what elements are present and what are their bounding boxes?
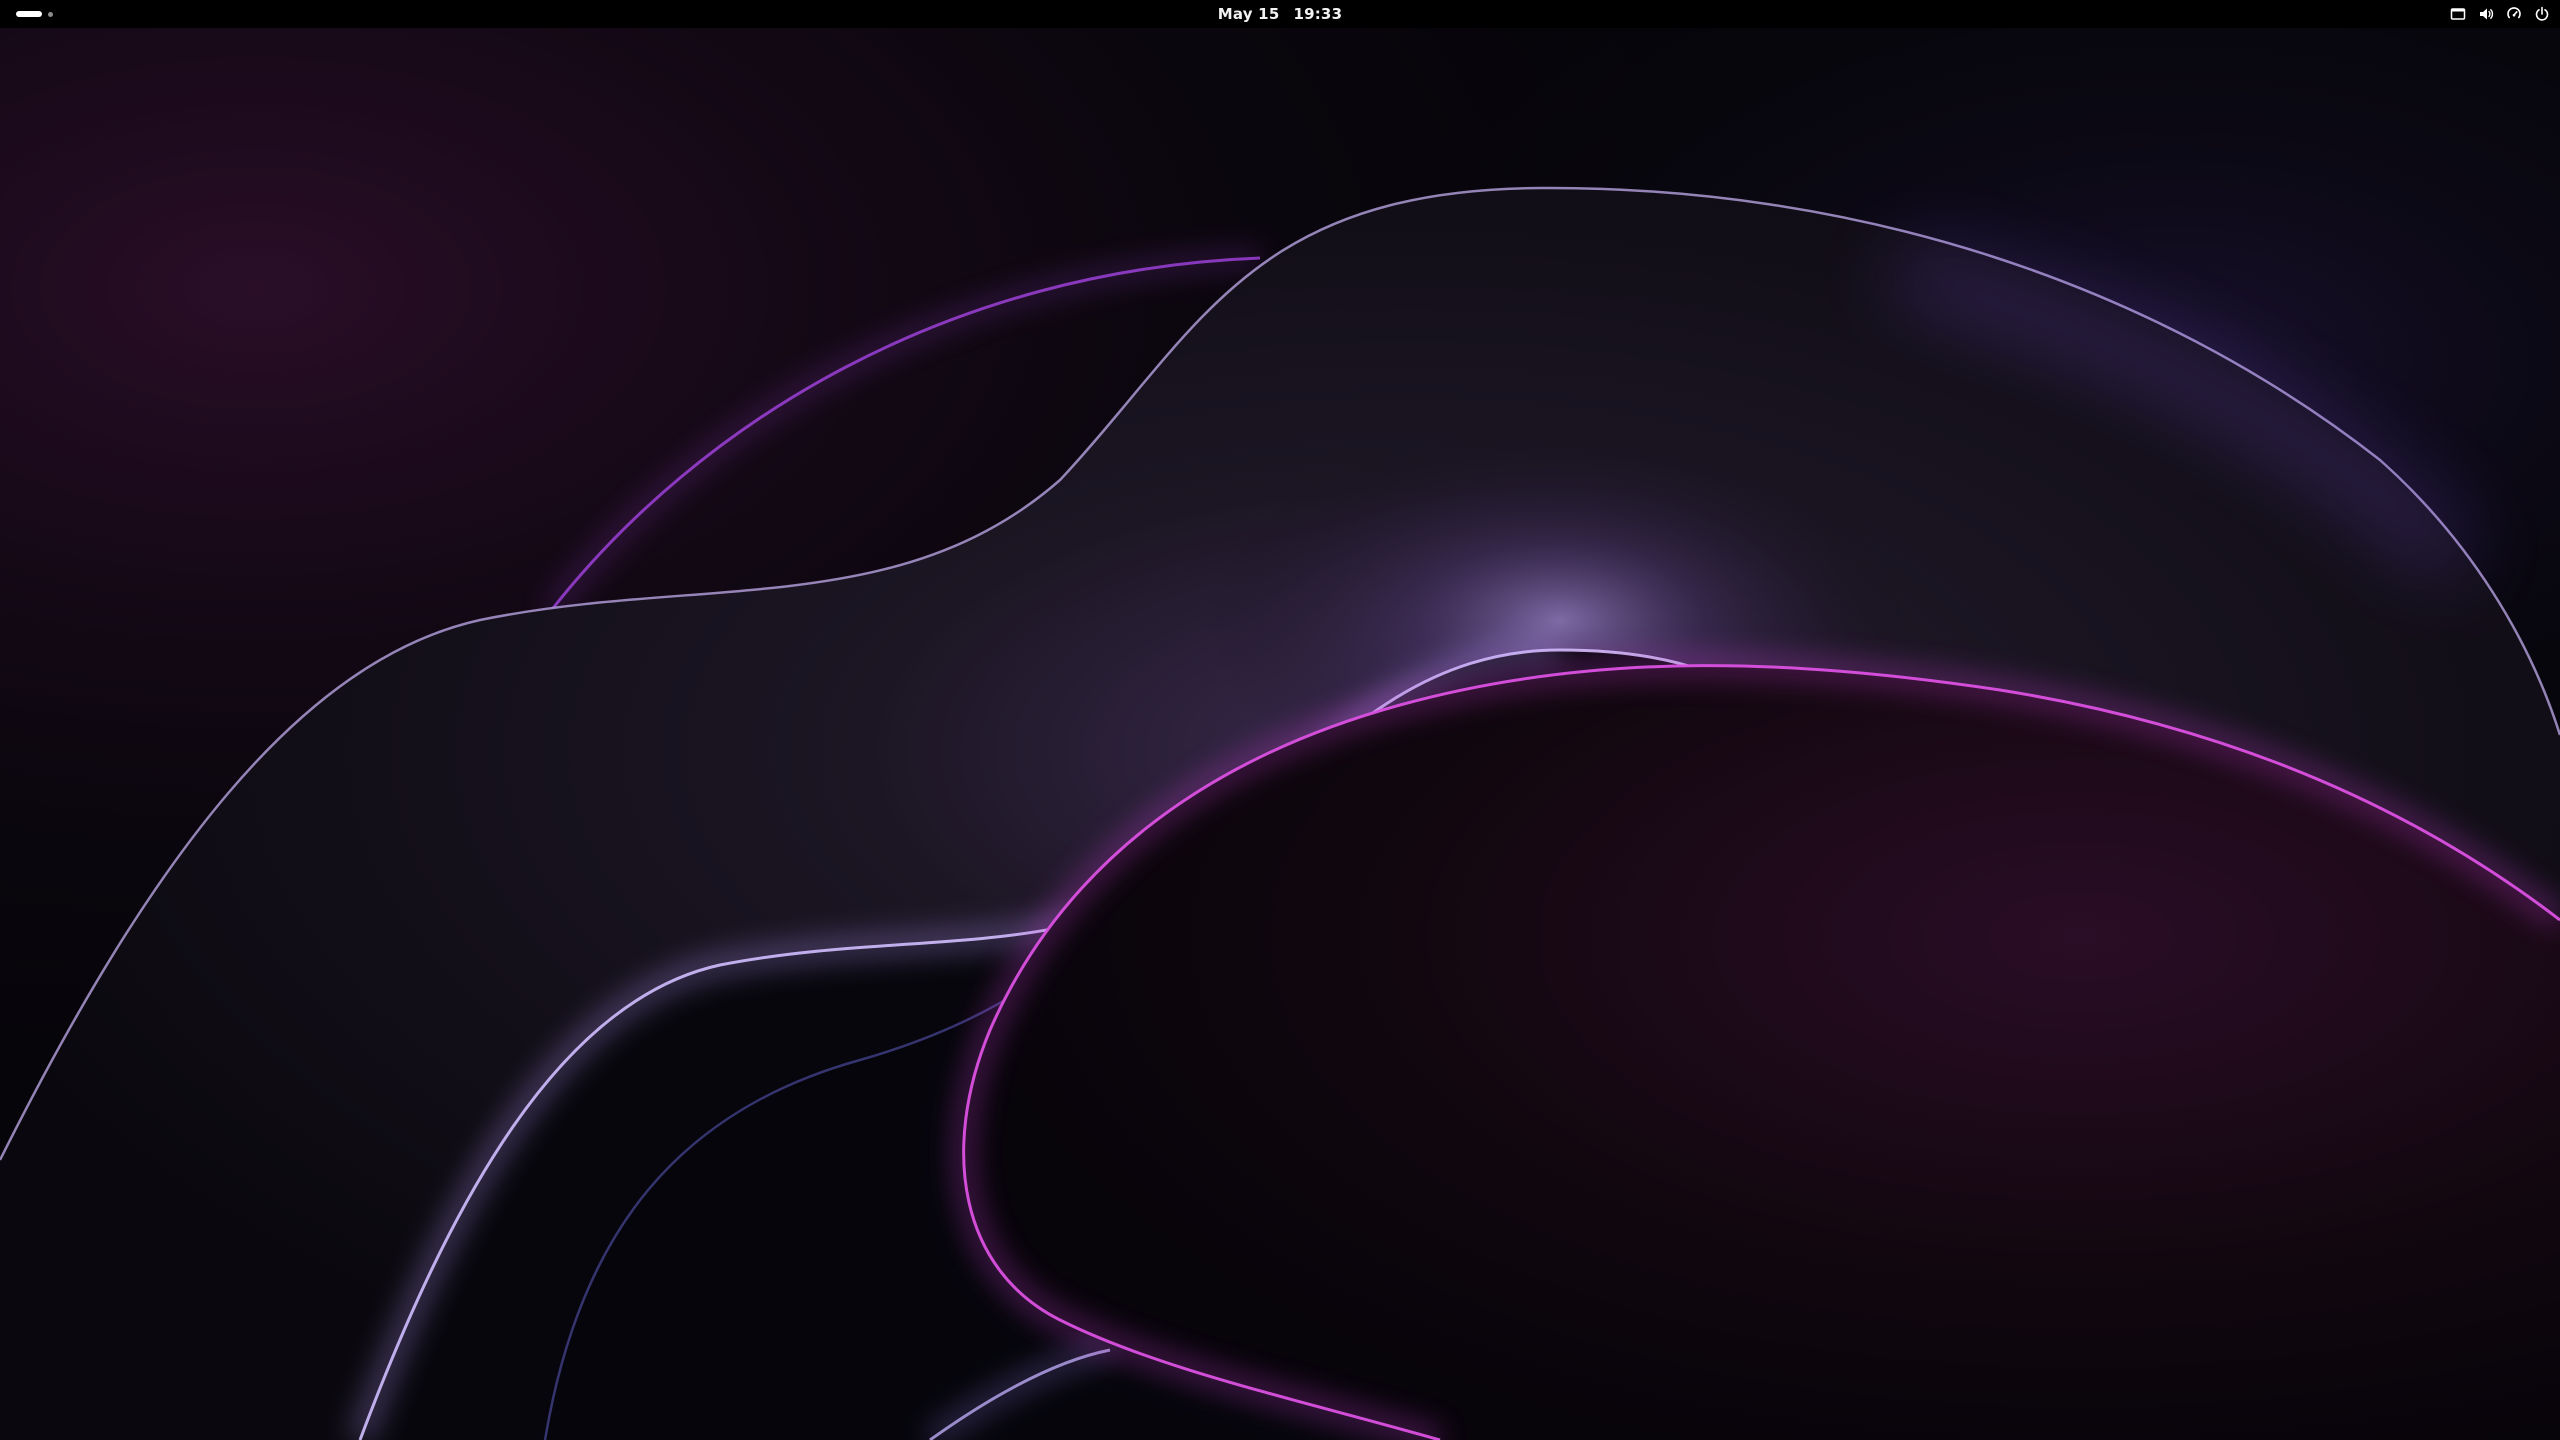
screen-icon[interactable] [2450, 6, 2466, 22]
clock-time: 19:33 [1293, 5, 1343, 23]
system-status-area[interactable] [2450, 0, 2550, 28]
clock-button[interactable]: May 15 19:33 [1218, 0, 1342, 28]
wallpaper [0, 0, 2560, 1440]
volume-icon[interactable] [2478, 6, 2494, 22]
network-icon[interactable] [2506, 6, 2522, 22]
desktop[interactable]: May 15 19:33 [0, 0, 2560, 1440]
workspace-indicator[interactable] [48, 11, 53, 17]
workspace-indicator-active[interactable] [16, 11, 42, 17]
power-icon[interactable] [2534, 6, 2550, 22]
top-bar: May 15 19:33 [0, 0, 2560, 28]
clock-date: May 15 [1217, 5, 1280, 23]
activities-button[interactable] [12, 6, 57, 22]
